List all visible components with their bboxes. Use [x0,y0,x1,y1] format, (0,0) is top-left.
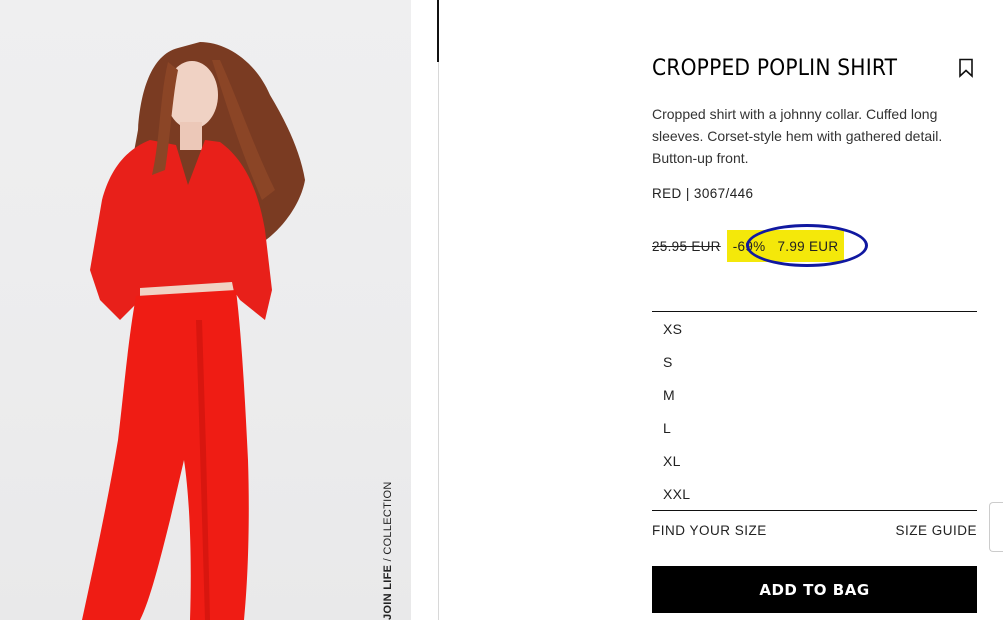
add-to-bag-button[interactable]: ADD TO BAG [652,566,977,613]
size-selector: XS S M L XL XXL [652,311,977,511]
product-image[interactable]: JOIN LIFE / COLLECTION [0,0,411,620]
collection-label-rest: / COLLECTION [382,481,394,565]
annotation-ellipse [746,224,868,267]
product-title: CROPPED POPLIN SHIRT [652,56,898,81]
old-price: 25.95 EUR [652,238,721,254]
size-help-row: FIND YOUR SIZE SIZE GUIDE [652,523,977,538]
size-option-xl[interactable]: XL [652,444,977,477]
scroll-indicator[interactable] [437,0,439,62]
size-option-m[interactable]: M [652,378,977,411]
color-reference: RED | 3067/446 [652,186,754,201]
side-tab-handle[interactable] [989,502,1003,552]
size-option-s[interactable]: S [652,345,977,378]
collection-label-bold: JOIN LIFE [382,564,394,620]
product-description: Cropped shirt with a johnny collar. Cuff… [652,106,943,166]
size-option-xxl[interactable]: XXL [652,477,977,510]
model-photo-illustration [82,42,306,620]
size-option-l[interactable]: L [652,411,977,444]
size-option-xs[interactable]: XS [652,312,977,345]
find-your-size-link[interactable]: FIND YOUR SIZE [652,523,767,538]
panel-divider [438,0,439,620]
bookmark-icon[interactable] [958,58,974,78]
collection-label: JOIN LIFE / COLLECTION [382,481,394,620]
size-guide-link[interactable]: SIZE GUIDE [895,523,977,538]
